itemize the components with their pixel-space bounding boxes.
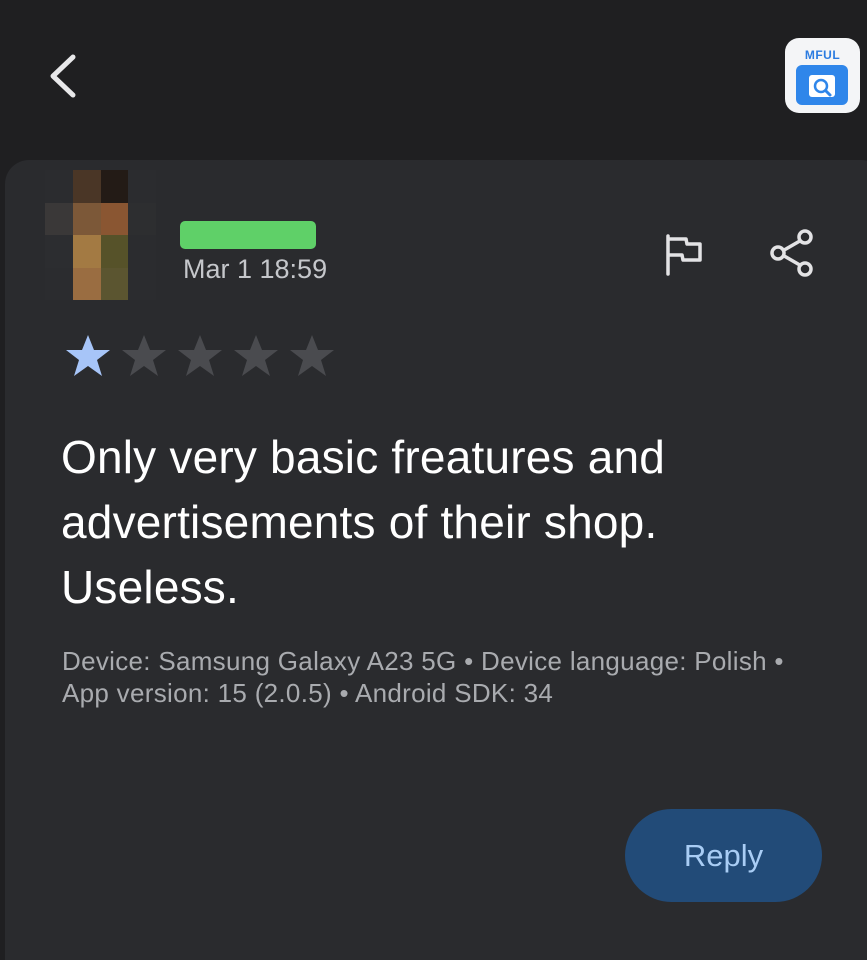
app-icon-label: MFUL — [804, 48, 841, 62]
device-language: Device language: Polish — [481, 646, 767, 676]
review-text: Only very basic freatures and advertisem… — [61, 431, 666, 613]
app-magnifier-icon — [796, 65, 848, 105]
meta-separator: • — [339, 678, 349, 708]
flag-button[interactable] — [656, 230, 710, 280]
star-rating — [64, 333, 336, 381]
share-icon — [770, 229, 813, 277]
top-app-bar: MFUL — [0, 0, 867, 160]
reviewer-name-redacted — [180, 221, 316, 249]
review-device-info: Device: Samsung Galaxy A23 5G • Device l… — [62, 645, 832, 709]
android-sdk: Android SDK: 34 — [354, 678, 554, 708]
back-button[interactable] — [36, 48, 88, 104]
chevron-left-icon — [50, 54, 76, 98]
reply-button[interactable]: Reply — [625, 809, 822, 902]
share-button[interactable] — [765, 226, 819, 280]
star-empty-icon — [178, 335, 222, 376]
flag-icon — [666, 234, 702, 276]
avatar — [45, 170, 156, 300]
star-empty-icon — [122, 335, 166, 376]
app-icon[interactable]: MFUL — [785, 38, 860, 113]
device-model: Device: Samsung Galaxy A23 5G — [62, 646, 457, 676]
star-filled-icon — [66, 335, 110, 376]
meta-separator: • — [464, 646, 474, 676]
meta-separator: • — [774, 646, 784, 676]
star-empty-icon — [290, 335, 334, 376]
app-version: App version: 15 (2.0.5) — [62, 678, 332, 708]
star-empty-icon — [234, 335, 278, 376]
review-date: Mar 1 18:59 — [183, 254, 328, 284]
